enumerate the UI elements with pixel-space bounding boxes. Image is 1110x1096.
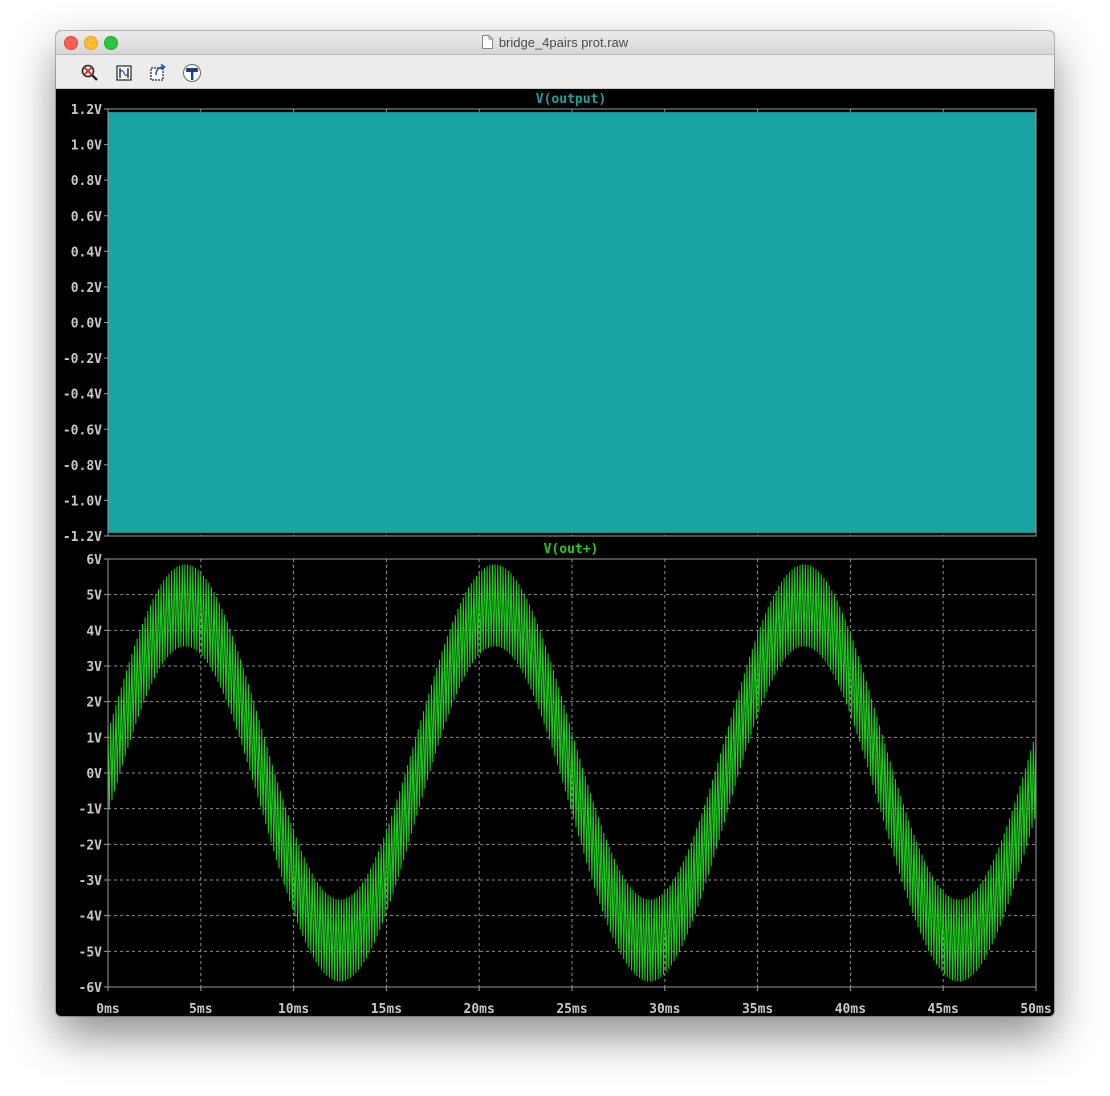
pane-outplus-y-ticks: 6V 5V 4V 3V 2V 1V 0V -1V -2V -3V -4V -5V -6V (79, 553, 108, 996)
y-tick-label: 3V (86, 660, 102, 675)
undo-zoom-button[interactable] (148, 63, 170, 83)
y-tick-label: 6V (86, 553, 102, 568)
x-tick-label: 5ms (189, 1002, 212, 1016)
y-tick-label: 0.6V (71, 210, 102, 225)
y-tick-label: 1.2V (71, 103, 102, 118)
y-tick-label: -1.0V (63, 494, 102, 509)
x-tick-label: 20ms (464, 1002, 495, 1016)
title-bar: bridge_4pairs prot.raw (56, 31, 1054, 55)
x-tick-label: 50ms (1020, 1002, 1051, 1016)
x-tick-label: 10ms (278, 1002, 309, 1016)
y-tick-label: -4V (79, 910, 103, 925)
waveform-window: bridge_4pairs prot.raw V(output) 1.2V 1.… (56, 31, 1054, 1016)
y-tick-label: -3V (79, 874, 103, 889)
y-tick-label: 5V (86, 589, 102, 604)
y-tick-label: 4V (86, 624, 102, 639)
toolbar (56, 55, 1054, 89)
window-title-wrap: bridge_4pairs prot.raw (56, 35, 1054, 50)
document-icon (481, 35, 493, 49)
undo-zoom-icon (150, 63, 166, 81)
pane-output-title[interactable]: V(output) (536, 92, 606, 107)
x-tick-label: 0ms (96, 1002, 119, 1016)
y-tick-label: 0.2V (71, 281, 102, 296)
x-tick-label: 35ms (742, 1002, 773, 1016)
y-tick-label: -0.8V (63, 459, 102, 474)
y-tick-label: 0.8V (71, 174, 102, 189)
zoom-cancel-button[interactable] (80, 63, 102, 83)
y-tick-label: -5V (79, 945, 103, 960)
hammer-icon (183, 64, 201, 82)
y-tick-label: 0V (86, 767, 102, 782)
pane-outplus-title[interactable]: V(out+) (544, 542, 599, 557)
y-tick-label: -2V (79, 838, 103, 853)
plot-area: V(output) 1.2V 1.0V 0.8V 0.6V 0.4V 0.2V 0.0V -0… (56, 89, 1054, 1016)
y-tick-label: 1V (86, 731, 102, 746)
y-tick-label: -1V (79, 803, 103, 818)
window-title: bridge_4pairs prot.raw (498, 35, 629, 50)
x-tick-label: 40ms (835, 1002, 866, 1016)
pane-output: V(output) 1.2V 1.0V 0.8V 0.6V 0.4V 0.2V 0.0V -0… (63, 92, 1037, 545)
y-tick-label: -6V (79, 981, 103, 996)
x-tick-label: 25ms (556, 1002, 587, 1016)
y-tick-label: 0.4V (71, 245, 102, 260)
output-trace (108, 112, 1036, 533)
y-tick-label: -0.6V (63, 423, 102, 438)
pane-outplus: V(out+) 6V 5V 4V 3V 2V 1V 0V -1V -2V -3V -4V -5V -6V… (79, 542, 1052, 1016)
autorange-button[interactable] (114, 63, 136, 83)
y-tick-label: -0.2V (63, 352, 102, 367)
zoom-cancel-icon (81, 64, 98, 81)
x-tick-label: 15ms (371, 1002, 402, 1016)
x-tick-label: 30ms (649, 1002, 680, 1016)
x-tick-label: 45ms (928, 1002, 959, 1016)
y-tick-label: -1.2V (63, 530, 102, 545)
autorange-icon (116, 65, 132, 81)
pane-outplus-grid (108, 559, 1036, 987)
annotate-button[interactable] (182, 63, 204, 83)
plot-svg[interactable]: V(output) 1.2V 1.0V 0.8V 0.6V 0.4V 0.2V 0.0V -0… (56, 89, 1054, 1016)
x-axis-ticks: 0ms 5ms 10ms 15ms 20ms 25ms 30ms 35ms 40ms 45ms 50… (96, 987, 1052, 1016)
pane-output-y-ticks: 1.2V 1.0V 0.8V 0.6V 0.4V 0.2V 0.0V -0.2V -0.4V -0… (63, 103, 108, 545)
y-tick-label: 0.0V (71, 317, 102, 332)
output-trace-path (108, 112, 1036, 533)
y-tick-label: -0.4V (63, 388, 102, 403)
y-tick-label: 2V (86, 696, 102, 711)
y-tick-label: 1.0V (71, 139, 102, 154)
